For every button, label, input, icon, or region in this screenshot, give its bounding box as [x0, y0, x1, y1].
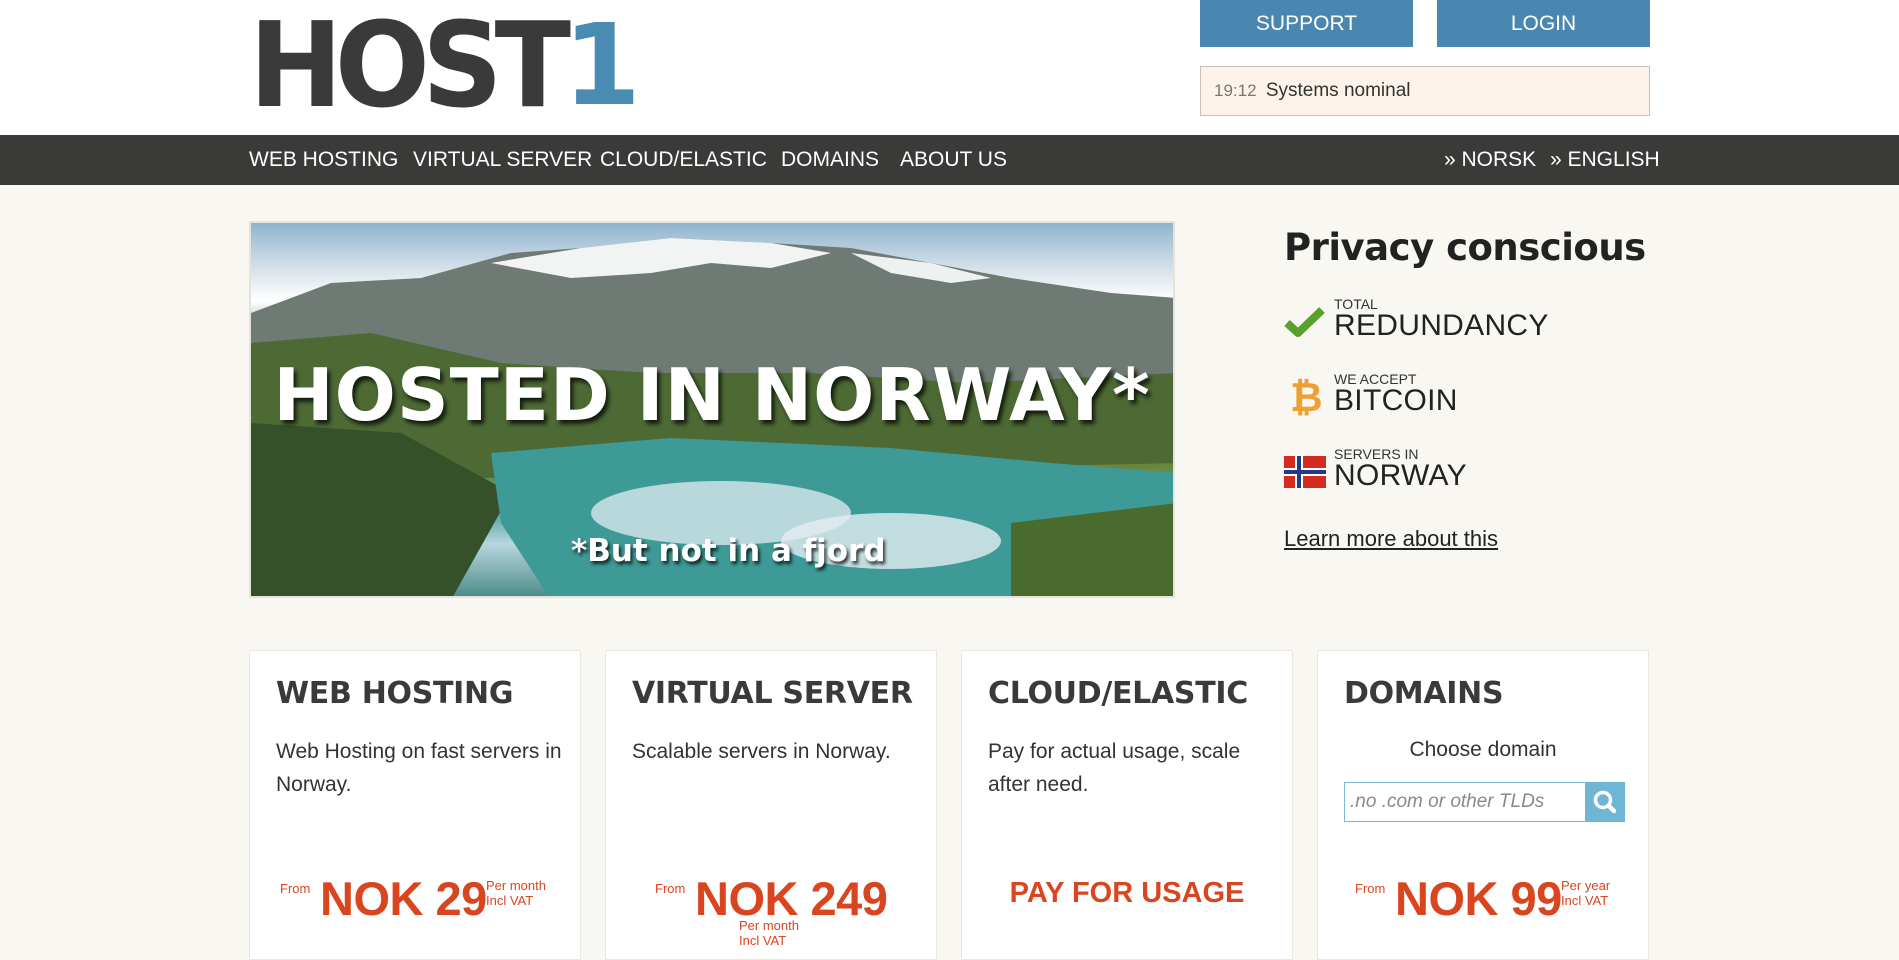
logo-one: 1: [563, 1, 641, 131]
host1-logo[interactable]: HOST 1: [249, 0, 641, 135]
price-block: From NOK 249 Per month Incl VAT: [606, 871, 936, 948]
nav-domains[interactable]: DOMAINS: [781, 135, 879, 185]
price-period-line2: Incl VAT: [1561, 893, 1609, 908]
price-amount: NOK 29: [320, 872, 487, 925]
status-time: 19:12: [1214, 81, 1257, 100]
card-description: Pay for actual usage, scale after need.: [988, 740, 1241, 796]
price-from-label: From: [655, 881, 686, 896]
lang-norsk-link[interactable]: » NORSK: [1444, 135, 1536, 185]
support-button[interactable]: SUPPORT: [1200, 0, 1413, 47]
nav-cloud-elastic[interactable]: CLOUD/ELASTIC: [600, 135, 767, 185]
feature-big-label: BITCOIN: [1334, 384, 1458, 417]
price-period-line1: Per month: [486, 878, 546, 893]
price-block: From NOK 99 Per year Incl VAT: [1318, 871, 1648, 931]
header: HOST 1 SUPPORT LOGIN 19:12 Systems nomina…: [0, 0, 1899, 135]
check-icon: [1284, 307, 1325, 337]
price-period: Per year Incl VAT: [1561, 878, 1610, 908]
price-period-line1: Per month: [739, 918, 799, 933]
choose-domain-label: Choose domain: [1409, 738, 1557, 761]
nav-virtual-server[interactable]: VIRTUAL SERVER: [413, 135, 592, 185]
login-button[interactable]: LOGIN: [1437, 0, 1650, 47]
pay-for-usage-label: PAY FOR USAGE: [1009, 877, 1245, 909]
svg-text:₿: ₿: [1290, 377, 1323, 417]
norway-flag-icon: [1284, 456, 1326, 488]
card-description: Scalable servers in Norway.: [632, 740, 891, 763]
price-block: From NOK 29 Per month Incl VAT: [250, 871, 580, 931]
nav-web-hosting[interactable]: WEB HOSTING: [249, 135, 398, 185]
card-virtual-server[interactable]: VIRTUAL SERVER Scalable servers in Norwa…: [605, 650, 937, 960]
privacy-panel: Privacy conscious TOTAL REDUNDANCY ₿ WE …: [1284, 226, 1704, 551]
card-cloud-elastic[interactable]: CLOUD/ELASTIC Pay for actual usage, scal…: [961, 650, 1293, 960]
bitcoin-icon: ₿: [1290, 377, 1323, 417]
price-from-label: From: [280, 881, 311, 896]
nav-about-us[interactable]: ABOUT US: [900, 135, 1007, 185]
main-nav: WEB HOSTING VIRTUAL SERVER CLOUD/ELASTIC…: [0, 135, 1899, 185]
domain-search-input[interactable]: [1344, 782, 1585, 822]
learn-more-link[interactable]: Learn more about this: [1284, 526, 1498, 552]
card-domains[interactable]: DOMAINS Choose domain From NOK 99 Per ye…: [1317, 650, 1649, 960]
price-period-line1: Per year: [1561, 878, 1611, 893]
feature-big-label: NORWAY: [1334, 459, 1467, 492]
status-text: Systems nominal: [1265, 80, 1411, 101]
card-title: WEB HOSTING: [276, 676, 514, 711]
privacy-heading: Privacy conscious: [1284, 226, 1646, 269]
price-period-line2: Incl VAT: [739, 933, 787, 948]
price-amount: NOK 99: [1395, 872, 1562, 925]
price-from-label: From: [1355, 881, 1386, 896]
domain-search-button[interactable]: [1585, 782, 1625, 822]
hero-banner[interactable]: HOSTED IN NORWAY* *But not in a fjord: [249, 221, 1175, 598]
hero-subtitle: *But not in a fjord: [571, 533, 886, 569]
card-web-hosting[interactable]: WEB HOSTING Web Hosting on fast servers …: [249, 650, 581, 960]
card-title: DOMAINS: [1344, 676, 1504, 711]
price-period: Per month Incl VAT: [486, 878, 546, 908]
search-icon: [1593, 790, 1617, 814]
lang-english-link[interactable]: » ENGLISH: [1550, 135, 1660, 185]
card-title: VIRTUAL SERVER: [632, 676, 913, 711]
feature-big-label: REDUNDANCY: [1334, 309, 1549, 342]
hero-title: HOSTED IN NORWAY*: [273, 353, 1151, 437]
price-period-line2: Incl VAT: [486, 893, 534, 908]
card-title: CLOUD/ELASTIC: [988, 676, 1248, 711]
card-description: Web Hosting on fast servers in Norway.: [276, 740, 562, 796]
system-status[interactable]: 19:12 Systems nominal: [1200, 66, 1650, 116]
logo-wordmark: HOST: [249, 0, 571, 135]
